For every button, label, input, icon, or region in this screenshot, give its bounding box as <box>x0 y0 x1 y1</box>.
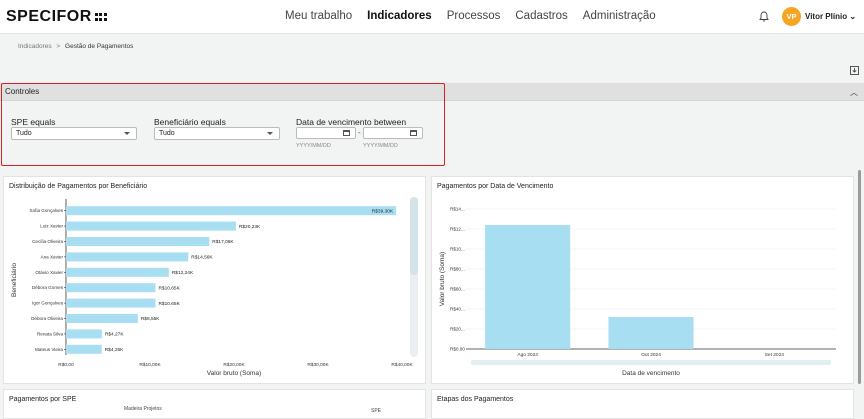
nav-meu-trabalho[interactable]: Meu trabalho <box>285 10 352 22</box>
panel-beneficiario: Distribuição de Pagamentos por Beneficiá… <box>3 176 426 384</box>
bar <box>66 298 156 308</box>
x-tick-label: Ago 2024 <box>517 352 538 358</box>
controls-highlight-box <box>1 83 445 166</box>
data-label: R$8,55K <box>141 316 160 322</box>
panel-etapas: Etapas dos Pagamentos <box>431 389 854 419</box>
chart-scroll-thumb[interactable] <box>410 197 418 275</box>
bar <box>66 267 169 277</box>
bar <box>66 237 210 246</box>
chevron-down-icon: ⌄ <box>849 12 857 21</box>
breadcrumb-current: Gestão de Pagamentos <box>65 43 134 50</box>
y-tick-label: Renata Silva <box>37 331 63 336</box>
breadcrumb: Indicadores > Gestão de Pagamentos <box>18 43 133 50</box>
panel-vencimento: Pagamentos por Data de Vencimento R$0,00… <box>431 176 854 384</box>
y-tick-label: R$10... <box>450 247 465 252</box>
specifor-logo[interactable]: SPECIFOR <box>6 8 107 26</box>
bar <box>66 344 102 354</box>
y-axis-label: Valor bruto (Soma) <box>439 252 446 306</box>
panel-spe-title: Pagamentos por SPE <box>9 396 77 403</box>
data-label: R$10,65K <box>158 285 180 291</box>
user-menu[interactable]: Vitor Plínio ⌄ <box>805 12 856 21</box>
bar <box>66 221 236 231</box>
bar <box>66 206 397 216</box>
data-label: R$39,30K <box>372 208 394 214</box>
bar <box>66 314 138 323</box>
nav-cadastros[interactable]: Cadastros <box>515 10 567 22</box>
x-range-slider <box>471 360 831 365</box>
avatar[interactable]: VP <box>782 7 801 26</box>
chevron-up-icon[interactable]: ︿ <box>850 87 858 98</box>
y-tick-label: Débora Oliveira <box>31 316 63 321</box>
y-tick-label: Igor Gonçalves <box>32 301 64 306</box>
breadcrumb-separator: > <box>56 43 61 50</box>
x-axis-label: Data de vencimento <box>622 370 680 377</box>
data-label: R$14,56K <box>191 255 213 261</box>
top-navigation-bar: SPECIFOR Meu trabalho Indicadores Proces… <box>0 0 864 34</box>
data-label: R$10,65K <box>158 301 180 307</box>
panel-etapas-title: Etapas dos Pagamentos <box>437 396 514 403</box>
logo-text: SPECIFOR <box>6 8 92 25</box>
user-name: Vitor Plínio <box>805 12 848 21</box>
x-tick-label: R$0,00 <box>58 362 74 368</box>
export-icon[interactable] <box>850 66 859 75</box>
data-label: R$17,06K <box>212 239 234 245</box>
data-label: R$12,24K <box>172 270 194 276</box>
x-tick-label: R$40,00K <box>391 362 413 368</box>
bar <box>66 252 189 262</box>
bar <box>66 283 156 293</box>
page-scrollbar[interactable] <box>858 170 861 384</box>
beneficiario-bar-chart: Sofia Gonçalves R$39,30K Luiz Xavier R$20,2… <box>11 199 413 377</box>
x-tick-label: Set 2024 <box>765 352 785 358</box>
y-tick-label: Débora Gomes <box>32 285 64 290</box>
y-tick-label: Luiz Xavier <box>40 224 63 229</box>
y-tick-label: Ana Xavier <box>41 254 64 259</box>
y-tick-label: R$14... <box>450 207 465 212</box>
y-tick-label: Cecília Oliveira <box>32 239 63 244</box>
y-tick-label: Otávio Xavier <box>35 270 63 275</box>
data-label: R$20,23K <box>239 224 261 230</box>
logo-dots-icon <box>94 13 107 21</box>
y-tick-label: R$12... <box>450 227 465 232</box>
notification-bell-icon[interactable] <box>759 11 769 22</box>
nav-administracao[interactable]: Administração <box>583 10 656 22</box>
main-nav: Meu trabalho Indicadores Processos Cadas… <box>285 10 656 22</box>
y-tick-label: Sofia Gonçalves <box>30 208 64 213</box>
y-tick-label: R$40... <box>450 307 465 312</box>
vencimento-bar-chart: R$0,00 R$20... R$40... R$60... R$80... R$10..… <box>439 207 836 377</box>
nav-indicadores[interactable]: Indicadores <box>367 10 432 22</box>
data-label: R$4,25K <box>105 347 124 353</box>
x-tick-label: R$10,00K <box>139 362 161 368</box>
bar <box>608 317 694 349</box>
y-axis-label: Beneficiário <box>11 263 18 297</box>
chart-scroll-track[interactable] <box>410 197 418 357</box>
spe-partial-label: Madeira Projetos <box>124 406 162 412</box>
bar <box>66 329 102 339</box>
y-tick-label: Mateus Vieira <box>35 347 63 352</box>
bar <box>485 225 571 349</box>
nav-processos[interactable]: Processos <box>447 10 501 22</box>
y-tick-label: R$20... <box>450 327 465 332</box>
data-label: R$4,27K <box>105 332 124 338</box>
x-tick-label: R$30,00K <box>307 362 329 368</box>
y-tick-label: R$80... <box>450 267 465 272</box>
breadcrumb-parent[interactable]: Indicadores <box>18 43 52 50</box>
x-tick-label: R$20,00K <box>223 362 245 368</box>
y-tick-label: R$0,00 <box>450 347 465 352</box>
x-axis-label: Valor bruto (Soma) <box>207 370 261 377</box>
spe-partial-label-right: SPE <box>371 408 382 414</box>
x-tick-label: Out 2024 <box>641 352 661 358</box>
panel-spe: Pagamentos por SPE Madeira Projetos SPE <box>3 389 426 419</box>
y-tick-label: R$60... <box>450 287 465 292</box>
